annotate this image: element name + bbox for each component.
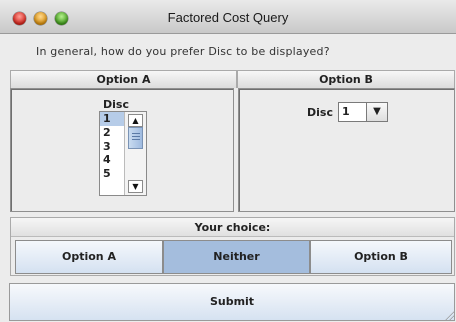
disc-combobox[interactable]: 1 ▼: [338, 102, 388, 122]
option-b-header: Option B: [237, 70, 455, 88]
list-item[interactable]: 3: [100, 140, 124, 154]
list-item[interactable]: 1: [100, 112, 124, 126]
title-bar[interactable]: Factored Cost Query: [0, 0, 456, 34]
window-title: Factored Cost Query: [167, 10, 289, 25]
arrow-up-icon[interactable]: ▲: [128, 114, 143, 127]
list-item[interactable]: 2: [100, 126, 124, 140]
disc-list-items: 1 2 3 4 5: [100, 112, 124, 181]
your-choice-group: Your choice: Option A Neither Option B: [10, 217, 455, 276]
vertical-scrollbar[interactable]: ▲ ▼: [124, 112, 146, 195]
choice-neither-button[interactable]: Neither: [163, 240, 310, 274]
list-item[interactable]: 5: [100, 167, 124, 181]
list-item[interactable]: 4: [100, 153, 124, 167]
resize-grip-icon[interactable]: [444, 310, 454, 320]
scrollbar-thumb[interactable]: [128, 127, 143, 149]
disc-combo-label: Disc: [307, 106, 333, 119]
choice-option-a-button[interactable]: Option A: [15, 240, 163, 274]
submit-button[interactable]: Submit: [9, 283, 455, 321]
disc-listbox[interactable]: 1 2 3 4 5 ▲ ▼: [99, 111, 147, 196]
option-b-panel: Disc 1 ▼: [238, 88, 455, 212]
question-text: In general, how do you prefer Disc to be…: [36, 45, 330, 58]
your-choice-label: Your choice:: [11, 218, 454, 237]
choice-option-b-button[interactable]: Option B: [310, 240, 452, 274]
option-a-header: Option A: [10, 70, 237, 88]
arrow-down-icon[interactable]: ▼: [128, 180, 143, 193]
disc-list-label: Disc: [103, 98, 129, 111]
option-a-panel: Disc 1 2 3 4 5 ▲ ▼: [10, 88, 234, 212]
chevron-down-icon[interactable]: ▼: [366, 103, 387, 121]
combo-value: 1: [342, 105, 350, 118]
